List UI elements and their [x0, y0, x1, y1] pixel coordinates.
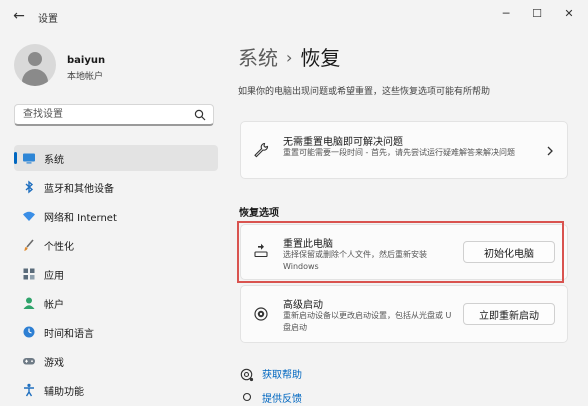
search-input[interactable] — [21, 108, 185, 121]
breadcrumb: 系统 › 恢复 — [238, 42, 340, 71]
sidebar-item-time-language[interactable]: 时间和语言 — [14, 319, 218, 345]
advanced-startup-title: 高级启动 — [283, 300, 323, 311]
sidebar-item-label: 网络和 Internet — [44, 213, 117, 224]
reset-pc-card: 重置此电脑 选择保留或删除个人文件，然后重新安装 Windows 初始化电脑 — [240, 224, 568, 280]
sidebar-item-personalization[interactable]: 个性化 — [14, 232, 218, 258]
sidebar-item-label: 帐户 — [44, 300, 64, 311]
help-icon — [240, 368, 254, 382]
profile-name: baiyun — [67, 55, 106, 66]
reset-pc-button[interactable]: 初始化电脑 — [463, 241, 555, 263]
advanced-startup-description: 重新启动设备以更改启动设置，包括从光盘或 U 盘启动 — [283, 311, 452, 332]
sidebar-item-label: 系统 — [44, 155, 64, 166]
search-icon[interactable] — [194, 109, 206, 121]
troubleshoot-card[interactable]: 无需重置电脑即可解决问题 重置可能需要一段时间 - 首先，请先尝试运行疑难解答来… — [240, 121, 568, 179]
sidebar-item-gaming[interactable]: 游戏 — [14, 348, 218, 374]
sidebar-item-label: 时间和语言 — [44, 329, 94, 340]
restart-now-button[interactable]: 立即重新启动 — [463, 303, 555, 325]
sidebar-item-label: 蓝牙和其他设备 — [44, 184, 114, 195]
wrench-icon — [254, 142, 269, 158]
maximize-button[interactable]: ☐ — [524, 4, 550, 24]
advanced-startup-card: 高级启动 重新启动设备以更改启动设置，包括从光盘或 U 盘启动 立即重新启动 — [240, 285, 568, 343]
clock-globe-icon — [23, 326, 35, 338]
sidebar-item-accessibility[interactable]: 辅助功能 — [14, 377, 218, 403]
minimize-button[interactable]: ─ — [493, 4, 519, 24]
get-help-link[interactable]: 获取帮助 — [240, 366, 302, 382]
sidebar-item-label: 应用 — [44, 271, 64, 282]
back-arrow-icon[interactable]: ← — [10, 7, 28, 25]
advanced-startup-icon — [254, 307, 268, 321]
brush-icon — [24, 239, 34, 251]
breadcrumb-separator: › — [286, 48, 293, 67]
page-title: 恢复 — [300, 46, 341, 70]
feedback-icon — [242, 392, 252, 402]
page-description: 如果你的电脑出现问题或希望重置，这些恢复选项可能有所帮助 — [238, 87, 491, 97]
reset-pc-description: 选择保留或删除个人文件，然后重新安装 Windows — [283, 250, 427, 271]
title-bar: ← 设置 ─ ☐ ✕ — [0, 0, 588, 32]
sidebar-item-bluetooth[interactable]: 蓝牙和其他设备 — [14, 174, 218, 200]
sidebar-item-network[interactable]: 网络和 Internet — [14, 203, 218, 229]
feedback-link[interactable]: 提供反馈 — [240, 390, 302, 406]
get-help-label[interactable]: 获取帮助 — [262, 370, 302, 381]
breadcrumb-parent[interactable]: 系统 — [238, 46, 278, 70]
apps-icon — [23, 268, 35, 280]
sidebar-item-apps[interactable]: 应用 — [14, 261, 218, 287]
window-title: 设置 — [38, 14, 58, 25]
chevron-right-icon — [547, 146, 553, 156]
wifi-icon — [23, 211, 35, 221]
gamepad-icon — [23, 358, 35, 365]
sidebar-item-label: 个性化 — [44, 242, 74, 253]
sidebar-item-accounts[interactable]: 帐户 — [14, 290, 218, 316]
bluetooth-icon — [25, 180, 34, 194]
troubleshoot-title: 无需重置电脑即可解决问题 — [283, 137, 403, 148]
sidebar-item-label: 辅助功能 — [44, 387, 84, 398]
close-button[interactable]: ✕ — [556, 4, 582, 24]
active-indicator — [14, 152, 17, 164]
reset-pc-icon — [254, 243, 268, 258]
sidebar-item-label: 游戏 — [44, 358, 64, 369]
monitor-icon — [23, 153, 35, 164]
search-box[interactable] — [14, 104, 214, 126]
avatar[interactable] — [14, 44, 56, 86]
sidebar-item-system[interactable]: 系统 — [14, 145, 218, 171]
profile-account-type: 本地帐户 — [67, 72, 104, 82]
troubleshoot-description: 重置可能需要一段时间 - 首先，请先尝试运行疑难解答来解决问题 — [283, 148, 515, 157]
reset-pc-title: 重置此电脑 — [283, 239, 333, 250]
person-icon — [23, 297, 35, 309]
section-title: 恢复选项 — [239, 208, 279, 219]
accessibility-icon — [24, 383, 34, 397]
